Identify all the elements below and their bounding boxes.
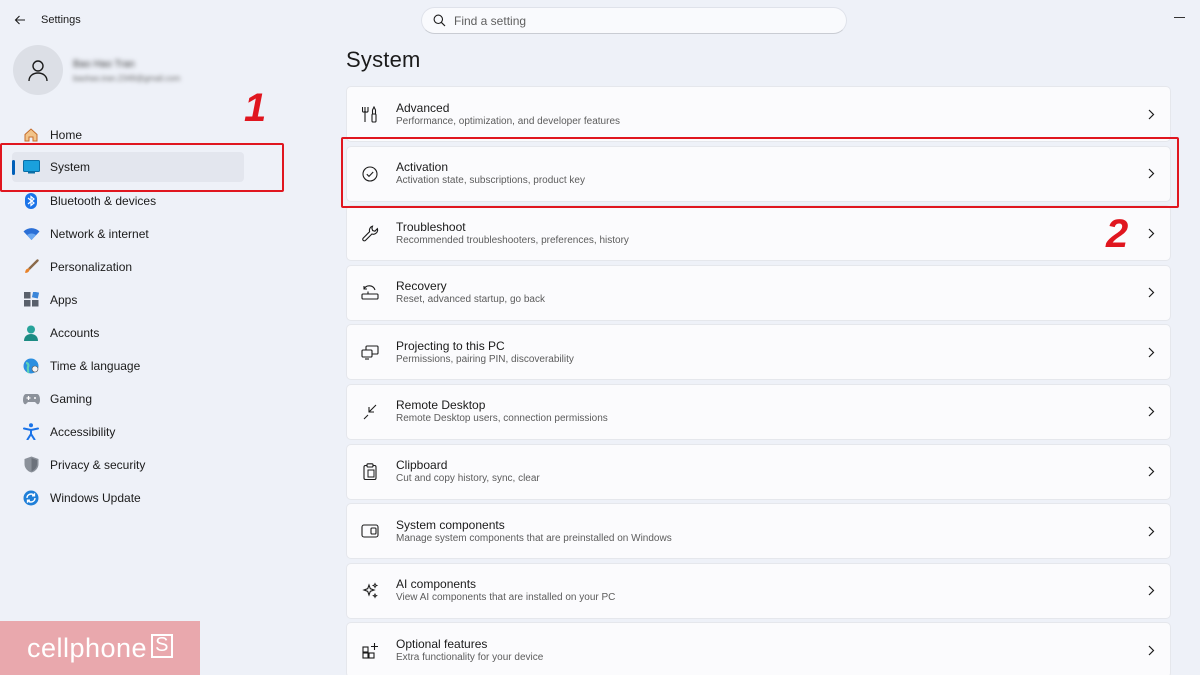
chevron-right-icon xyxy=(1144,465,1158,479)
sidebar-item-label: Bluetooth & devices xyxy=(50,193,157,208)
chevron-right-icon xyxy=(1144,584,1158,598)
tools-icon xyxy=(359,103,381,125)
step-number-2: 2 xyxy=(1106,212,1129,256)
chevron-right-icon xyxy=(1144,107,1158,121)
sidebar-item-privacy[interactable]: Privacy & security xyxy=(12,448,244,481)
clipboard-icon xyxy=(359,461,381,483)
setting-clipboard[interactable]: Clipboard Cut and copy history, sync, cl… xyxy=(346,443,1171,500)
chevron-right-icon xyxy=(1144,405,1158,419)
sidebar-item-accessibility[interactable]: Accessibility xyxy=(12,415,244,448)
avatar[interactable] xyxy=(13,45,63,95)
setting-remote-desktop[interactable]: Remote Desktop Remote Desktop users, con… xyxy=(346,383,1171,440)
chevron-right-icon xyxy=(1144,643,1158,657)
update-icon xyxy=(22,489,40,507)
sidebar-item-apps[interactable]: Apps xyxy=(12,283,244,316)
user-name: Bao Hao Tran xyxy=(73,59,135,70)
setting-title: Troubleshoot xyxy=(396,219,466,234)
sidebar-item-label: Accessibility xyxy=(50,424,116,439)
title-bar: Settings xyxy=(0,0,1200,40)
setting-projecting[interactable]: Projecting to this PC Permissions, pairi… xyxy=(346,324,1171,381)
chevron-right-icon xyxy=(1144,345,1158,359)
setting-subtitle: Reset, advanced startup, go back xyxy=(396,294,545,306)
setting-subtitle: Cut and copy history, sync, clear xyxy=(396,473,540,485)
setting-subtitle: Recommended troubleshooters, preferences… xyxy=(396,234,629,246)
setting-title: Optional features xyxy=(396,636,488,651)
sidebar-item-label: Time & language xyxy=(50,358,141,373)
projector-icon xyxy=(359,341,381,363)
sidebar-item-gaming[interactable]: Gaming xyxy=(12,382,244,415)
setting-title: Projecting to this PC xyxy=(396,338,505,353)
accessibility-icon xyxy=(22,423,40,441)
minimize-button[interactable] xyxy=(1168,8,1190,28)
chevron-right-icon xyxy=(1144,286,1158,300)
sidebar-item-label: Personalization xyxy=(50,259,133,274)
sidebar-item-time-language[interactable]: Time & language xyxy=(12,349,244,382)
back-arrow-icon xyxy=(14,15,25,25)
setting-ai-components[interactable]: AI components View AI components that ar… xyxy=(346,562,1171,619)
chevron-right-icon xyxy=(1144,524,1158,538)
setting-subtitle: Performance, optimization, and developer… xyxy=(396,115,621,127)
setting-advanced[interactable]: Advanced Performance, optimization, and … xyxy=(346,86,1171,142)
apps-icon xyxy=(22,291,40,309)
sidebar-item-label: Network & internet xyxy=(50,226,149,241)
setting-title: System components xyxy=(396,517,505,532)
setting-recovery[interactable]: Recovery Reset, advanced startup, go bac… xyxy=(346,264,1171,321)
back-button[interactable] xyxy=(8,8,32,32)
setting-system-components[interactable]: System components Manage system componen… xyxy=(346,503,1171,560)
add-features-icon xyxy=(359,639,381,661)
setting-title: Remote Desktop xyxy=(396,398,486,413)
chevron-right-icon xyxy=(1144,226,1158,240)
gamepad-icon xyxy=(22,390,40,408)
bluetooth-icon xyxy=(22,192,40,210)
setting-subtitle: Permissions, pairing PIN, discoverabilit… xyxy=(396,353,574,365)
sidebar-item-label: Privacy & security xyxy=(50,457,146,472)
watermark-text: cellphone xyxy=(26,632,148,663)
sidebar-item-accounts[interactable]: Accounts xyxy=(12,316,244,349)
setting-troubleshoot[interactable]: Troubleshoot Recommended troubleshooters… xyxy=(346,205,1171,262)
highlight-system xyxy=(0,143,284,192)
shield-icon xyxy=(22,456,40,474)
wrench-icon xyxy=(359,222,381,244)
step-number-1: 1 xyxy=(244,86,267,130)
remote-desktop-icon xyxy=(359,401,381,423)
watermark-suffix: S xyxy=(151,634,174,658)
recovery-icon xyxy=(359,282,381,304)
app-title: Settings xyxy=(41,14,81,26)
accounts-icon xyxy=(22,324,40,342)
setting-title: Recovery xyxy=(396,279,447,294)
setting-subtitle: Extra functionality for your device xyxy=(396,651,544,663)
sidebar-item-personalization[interactable]: Personalization xyxy=(12,250,244,283)
highlight-activation xyxy=(341,137,1179,208)
wifi-icon xyxy=(22,225,40,243)
minimize-icon xyxy=(1173,17,1185,18)
setting-title: AI components xyxy=(396,577,477,592)
sidebar-item-network[interactable]: Network & internet xyxy=(12,217,244,250)
search-box[interactable] xyxy=(421,7,847,34)
setting-subtitle: Remote Desktop users, connection permiss… xyxy=(396,413,608,425)
search-icon xyxy=(433,14,446,27)
watermark-logo: cellphone S xyxy=(0,621,200,675)
sidebar-item-label: Apps xyxy=(50,292,78,307)
person-icon xyxy=(28,60,48,82)
components-icon xyxy=(359,520,381,542)
setting-optional-features[interactable]: Optional features Extra functionality fo… xyxy=(346,622,1171,675)
sidebar-item-label: Home xyxy=(50,127,83,142)
setting-title: Clipboard xyxy=(396,458,448,473)
home-icon xyxy=(22,126,40,144)
sidebar-item-windows-update[interactable]: Windows Update xyxy=(12,481,244,514)
user-email: baohao.tran.2349@gmail.com xyxy=(73,74,181,83)
sparkle-icon xyxy=(359,580,381,602)
page-title: System xyxy=(346,47,421,72)
setting-subtitle: Manage system components that are preins… xyxy=(396,532,672,544)
search-input[interactable] xyxy=(454,13,814,28)
sidebar-item-label: Accounts xyxy=(50,325,100,340)
brush-icon xyxy=(22,258,40,276)
sidebar-item-label: Windows Update xyxy=(50,490,141,505)
sidebar-item-label: Gaming xyxy=(50,391,93,406)
setting-title: Advanced xyxy=(396,100,450,115)
globe-icon xyxy=(22,357,40,375)
setting-subtitle: View AI components that are installed on… xyxy=(396,592,616,604)
